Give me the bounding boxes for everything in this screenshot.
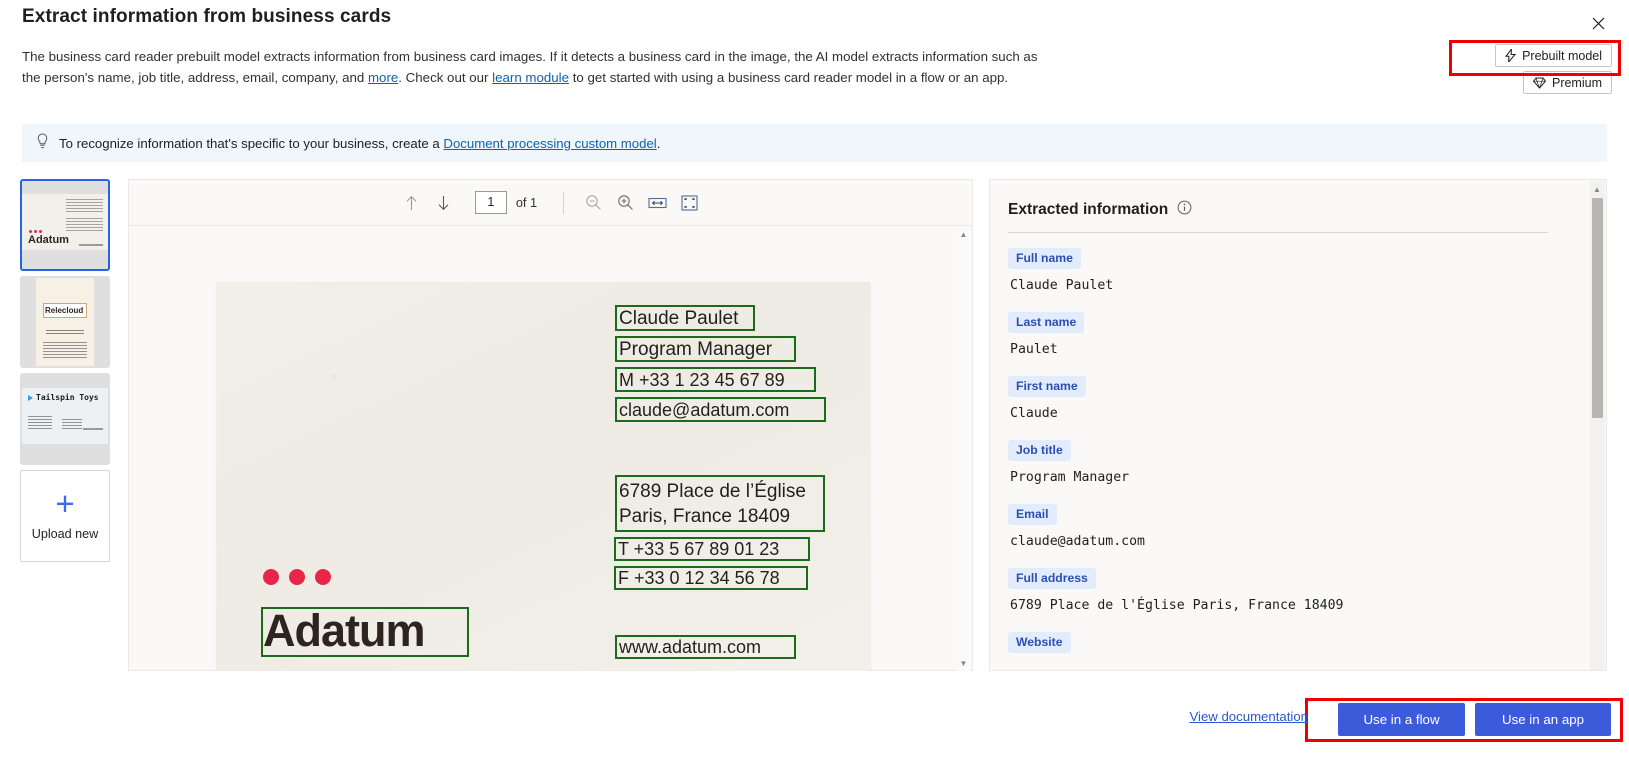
field-label: Website [1008, 632, 1071, 653]
field-value: claude@adatum.com [1010, 534, 1145, 549]
extracted-fields-list: Full name Claude Paulet Last name Paulet… [1008, 248, 1584, 653]
premium-label: Premium [1551, 75, 1602, 90]
scroll-up-icon[interactable]: ▲ [1593, 185, 1601, 194]
viewer-scrollbar[interactable]: ▲ ▼ [957, 227, 970, 671]
field-last-name: Last name Paulet [1008, 312, 1584, 357]
field-value: Claude [1010, 406, 1058, 421]
page-title: Extract information from business cards [22, 6, 392, 27]
scrollbar-thumb[interactable] [1592, 198, 1603, 418]
ocr-box-mobile: M +33 1 23 45 67 89 [615, 367, 816, 392]
close-icon[interactable] [1585, 10, 1611, 36]
field-email: Email claude@adatum.com [1008, 504, 1584, 549]
info-banner: To recognize information that's specific… [22, 124, 1607, 162]
info-circle-icon[interactable] [1177, 200, 1192, 220]
upload-new-label: Upload new [31, 527, 99, 541]
business-card-image[interactable]: Adatum Claude Paulet Program Manager M +… [217, 282, 870, 671]
field-label: First name [1008, 376, 1086, 397]
company-logo-text: Adatum [263, 605, 425, 656]
extracted-information-header: Extracted information [1008, 200, 1192, 220]
ocr-box-address: 6789 Place de l’Église Paris, France 184… [615, 475, 825, 532]
header-divider [1008, 232, 1548, 233]
scroll-up-icon[interactable]: ▲ [959, 230, 968, 239]
zoom-out-icon[interactable] [578, 188, 608, 218]
view-documentation-link[interactable]: View documentation [1189, 709, 1308, 724]
arrow-up-icon[interactable] [397, 188, 427, 218]
toolbar-divider [563, 191, 565, 214]
viewer-toolbar: 1 of 1 [129, 180, 972, 226]
lightning-icon [1505, 49, 1517, 62]
field-label: Last name [1008, 312, 1085, 333]
ocr-box-name: Claude Paulet [615, 305, 755, 331]
description-text-2: . Check out our [398, 70, 493, 85]
field-value: Paulet [1010, 342, 1058, 357]
viewer-canvas[interactable]: Adatum Claude Paulet Program Manager M +… [129, 226, 972, 671]
field-label: Full name [1008, 248, 1081, 269]
banner-text-before: To recognize information that's specific… [59, 135, 444, 151]
upload-new-button[interactable]: + Upload new [20, 470, 110, 562]
plus-icon: + [55, 485, 75, 522]
fit-page-icon[interactable] [674, 188, 704, 218]
field-first-name: First name Claude [1008, 376, 1584, 421]
prebuilt-model-badge: Prebuilt model [1495, 44, 1612, 67]
field-value: Program Manager [1010, 470, 1130, 485]
thumbnail-rail: Adatum Relecloud Tailspin Toys + Upload … [20, 179, 112, 562]
learn-module-link[interactable]: learn module [492, 70, 569, 85]
field-website: Website [1008, 632, 1584, 653]
arrow-down-icon[interactable] [429, 188, 459, 218]
page-description: The business card reader prebuilt model … [22, 46, 1057, 88]
banner-text-after: . [656, 135, 661, 151]
document-viewer: 1 of 1 Adatum Claude Paulet Program Mana… [128, 179, 973, 671]
use-in-an-app-button[interactable]: Use in an app [1475, 703, 1611, 736]
field-label: Full address [1008, 568, 1096, 589]
scroll-down-icon[interactable]: ▼ [959, 659, 968, 668]
model-badges: Prebuilt model Premium [1495, 44, 1612, 94]
premium-badge: Premium [1522, 71, 1612, 94]
zoom-in-icon[interactable] [610, 188, 640, 218]
fit-width-icon[interactable] [642, 188, 672, 218]
field-full-name: Full name Claude Paulet [1008, 248, 1584, 293]
thumbnail-relecloud[interactable]: Relecloud [20, 276, 110, 368]
extracted-information-panel: Extracted information Full name Claude P… [989, 179, 1607, 671]
ocr-box-email: claude@adatum.com [615, 397, 826, 422]
description-text-3: to get started with using a business car… [569, 70, 1009, 85]
custom-model-link[interactable]: Document processing custom model [443, 136, 656, 151]
ocr-box-title: Program Manager [615, 336, 796, 362]
diamond-icon [1532, 77, 1546, 89]
field-label: Email [1008, 504, 1057, 525]
field-full-address: Full address 6789 Place de l'Église Pari… [1008, 568, 1584, 613]
extracted-information-title: Extracted information [1008, 201, 1169, 218]
ocr-box-telephone: T +33 5 67 89 01 23 [614, 537, 810, 561]
prebuilt-model-label: Prebuilt model [1522, 48, 1602, 63]
extracted-panel-scrollbar[interactable]: ▲ [1590, 181, 1605, 670]
banner-text: To recognize information that's specific… [59, 136, 660, 151]
use-in-a-flow-button[interactable]: Use in a flow [1338, 703, 1465, 736]
page-total-label: of 1 [515, 195, 538, 210]
field-label: Job title [1008, 440, 1071, 461]
logo-dots [263, 569, 331, 585]
page-number-input[interactable]: 1 [474, 191, 507, 214]
field-job-title: Job title Program Manager [1008, 440, 1584, 485]
field-value: Claude Paulet [1010, 278, 1114, 293]
lightbulb-icon [36, 133, 49, 153]
field-value: 6789 Place de l'Église Paris, France 184… [1010, 598, 1344, 613]
more-link[interactable]: more [368, 70, 398, 85]
thumbnail-adatum[interactable]: Adatum [20, 179, 110, 271]
ocr-box-website: www.adatum.com [615, 635, 796, 659]
ocr-box-fax: F +33 0 12 34 56 78 [614, 566, 808, 590]
thumbnail-tailspin-toys[interactable]: Tailspin Toys [20, 373, 110, 465]
